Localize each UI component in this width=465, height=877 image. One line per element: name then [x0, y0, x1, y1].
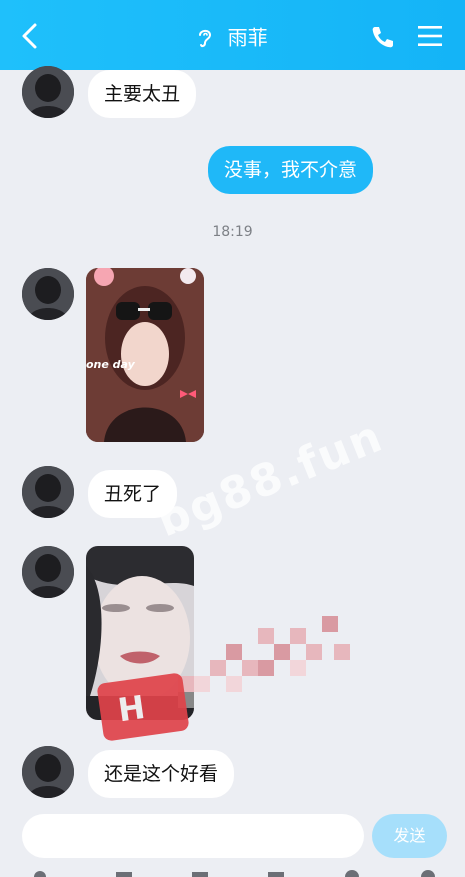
mosaic-blur — [178, 616, 350, 708]
chat-header: 雨菲 — [0, 0, 465, 70]
composer-bar: 发送 — [0, 806, 465, 877]
message-bubble-sent[interactable]: 没事，我不介意 — [208, 146, 374, 194]
ear-icon — [199, 29, 212, 47]
avatar-image — [22, 66, 74, 118]
contact-name: 雨菲 — [227, 25, 268, 50]
avatar[interactable] — [22, 546, 74, 598]
message-bubble-received[interactable]: 还是这个好看 — [88, 750, 235, 798]
avatar[interactable] — [22, 66, 74, 118]
image-message[interactable]: one day — [86, 268, 204, 442]
avatar-image — [22, 546, 74, 598]
avatar-image — [22, 268, 74, 320]
avatar-image — [22, 466, 74, 518]
message-bubble-received[interactable]: 主要太丑 — [88, 70, 197, 118]
selfie-photo — [86, 268, 204, 442]
message-input[interactable] — [22, 814, 364, 858]
photo-caption: one day — [86, 358, 135, 371]
send-button[interactable]: 发送 — [372, 814, 447, 858]
message-timestamp: 18:19 — [212, 224, 253, 240]
h-badge-logo: H — [96, 672, 190, 742]
avatar-image — [22, 746, 74, 798]
phone-icon[interactable] — [370, 24, 396, 50]
toolbar-icons-partial — [34, 870, 435, 877]
avatar[interactable] — [22, 746, 74, 798]
avatar[interactable] — [22, 268, 74, 320]
menu-icon[interactable] — [418, 25, 442, 47]
avatar[interactable] — [22, 466, 74, 518]
